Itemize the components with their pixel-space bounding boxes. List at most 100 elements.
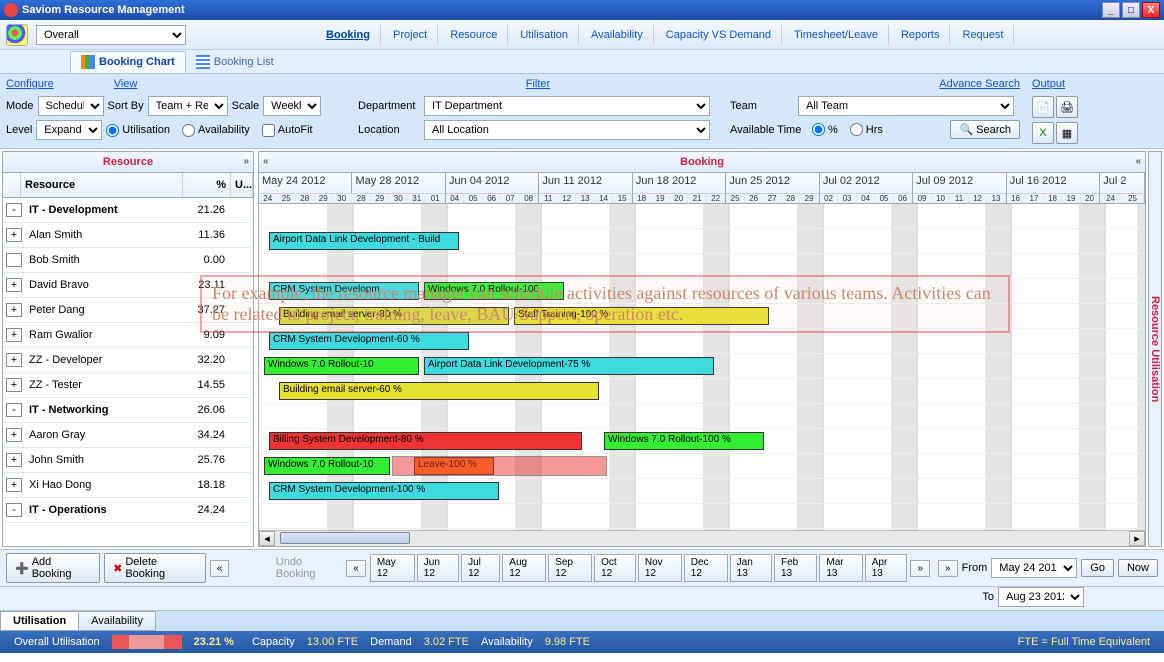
resource-row[interactable]: +ZZ - Developer32.20 xyxy=(3,348,253,373)
nav-project[interactable]: Project xyxy=(383,25,438,45)
scroll-right-icon[interactable]: ▸ xyxy=(1129,531,1145,546)
tab-availability[interactable]: Availability xyxy=(78,611,156,631)
filter-link[interactable]: Filter xyxy=(358,78,718,90)
gantt-bar[interactable]: CRM System Developm xyxy=(269,282,419,300)
scale-select[interactable]: Weekly xyxy=(263,96,321,116)
resource-row[interactable]: -IT - Development21.26 xyxy=(3,198,253,223)
collapse-right2-icon[interactable]: « xyxy=(1135,156,1141,167)
team-select[interactable]: All Team xyxy=(798,96,1014,116)
collapse-right-icon[interactable]: » xyxy=(243,156,249,167)
go-button[interactable]: Go xyxy=(1081,559,1114,577)
resource-row[interactable]: +John Smith25.76 xyxy=(3,448,253,473)
availability-radio[interactable]: Availability xyxy=(182,124,250,137)
resource-row[interactable]: +Ram Gwalior9.09 xyxy=(3,323,253,348)
col-u[interactable]: U... xyxy=(231,173,253,197)
loc-select[interactable]: All Location xyxy=(424,120,710,140)
sortby-select[interactable]: Team + Resource xyxy=(148,96,228,116)
configure-link[interactable]: Configure xyxy=(6,78,54,90)
gantt-bar[interactable]: CRM System Development-100 % xyxy=(269,482,499,500)
export-pdf-icon[interactable]: 📄 xyxy=(1032,96,1054,118)
resource-row[interactable]: Bob Smith0.00 xyxy=(3,248,253,273)
tab-utilisation[interactable]: Utilisation xyxy=(0,611,79,631)
month-button[interactable]: Sep 12 xyxy=(548,554,592,582)
col-pct[interactable]: % xyxy=(183,173,231,197)
nav-booking[interactable]: Booking xyxy=(316,25,381,45)
month-button[interactable]: Apr 13 xyxy=(865,554,907,582)
month-button[interactable]: Jan 13 xyxy=(730,554,772,582)
expand-icon[interactable]: + xyxy=(6,303,22,317)
to-date[interactable]: Aug 23 2012 xyxy=(998,587,1084,607)
export-excel-icon[interactable]: X xyxy=(1032,122,1054,144)
dept-select[interactable]: IT Department xyxy=(424,96,710,116)
collapse-left-icon[interactable]: « xyxy=(263,156,269,167)
scroll-left-icon[interactable]: ◂ xyxy=(259,531,275,546)
month-button[interactable]: Jun 12 xyxy=(417,554,459,582)
nav-resource[interactable]: Resource xyxy=(440,25,508,45)
expand-icon[interactable]: + xyxy=(6,228,22,242)
expand-icon[interactable]: + xyxy=(6,453,22,467)
gantt-bar[interactable]: Airport Data Link Development-75 % xyxy=(424,357,714,375)
month-button[interactable]: Aug 12 xyxy=(502,554,546,582)
tab-booking-chart[interactable]: Booking Chart xyxy=(70,51,186,73)
output-link[interactable]: Output xyxy=(1032,78,1082,90)
resource-row[interactable]: +Xi Hao Dong18.18 xyxy=(3,473,253,498)
add-booking-button[interactable]: ➕Add Booking xyxy=(6,553,100,583)
scroll-thumb[interactable] xyxy=(280,532,410,544)
nav-reports[interactable]: Reports xyxy=(891,25,951,45)
delete-booking-button[interactable]: ✖Delete Booking xyxy=(104,553,206,583)
gantt-bar[interactable]: Airport Data Link Development - Build xyxy=(269,232,459,250)
scope-select[interactable]: Overall xyxy=(36,25,186,45)
gantt-bar[interactable]: Staff Training-100 % xyxy=(514,307,769,325)
expand-icon[interactable]: + xyxy=(6,478,22,492)
minimize-button[interactable]: _ xyxy=(1102,2,1120,18)
gantt-hscroll[interactable]: ◂ ▸ xyxy=(259,530,1145,546)
now-button[interactable]: Now xyxy=(1118,559,1158,577)
export-csv-icon[interactable]: ▦ xyxy=(1056,122,1078,144)
print-icon[interactable]: 🖨 xyxy=(1056,96,1078,118)
resource-row[interactable]: -IT - Networking26.06 xyxy=(3,398,253,423)
month-button[interactable]: Dec 12 xyxy=(684,554,728,582)
col-resource[interactable]: Resource xyxy=(21,173,183,197)
resource-row[interactable]: -IT - Operations24.24 xyxy=(3,498,253,523)
month-button[interactable]: Nov 12 xyxy=(638,554,682,582)
maximize-button[interactable]: □ xyxy=(1122,2,1140,18)
nav-prev[interactable]: « xyxy=(346,560,366,577)
nav-next2[interactable]: » xyxy=(938,560,958,577)
nav-utilisation[interactable]: Utilisation xyxy=(510,25,579,45)
expand-icon[interactable]: + xyxy=(6,428,22,442)
utilisation-radio[interactable]: Utilisation xyxy=(106,124,170,137)
month-button[interactable]: Oct 12 xyxy=(594,554,636,582)
gantt-bar[interactable]: Windows 7.0 Rollout-10 xyxy=(264,357,419,375)
expand-icon[interactable]: - xyxy=(6,203,22,217)
month-button[interactable]: Mar 13 xyxy=(819,554,862,582)
search-button[interactable]: 🔍Search xyxy=(950,120,1020,139)
gantt-bar[interactable]: CRM System Development-60 % xyxy=(269,332,469,350)
month-button[interactable]: May 12 xyxy=(370,554,415,582)
expand-icon[interactable]: + xyxy=(6,353,22,367)
expand-icon[interactable]: + xyxy=(6,378,22,392)
expand-icon[interactable] xyxy=(6,253,22,267)
nav-availability[interactable]: Availability xyxy=(581,25,654,45)
advance-search-link[interactable]: Advance Search xyxy=(730,78,1020,90)
nav-timesheet[interactable]: Timesheet/Leave xyxy=(784,25,889,45)
view-link[interactable]: View xyxy=(114,78,138,90)
gantt-bar[interactable]: Billing System Development-80 % xyxy=(269,432,582,450)
resource-row[interactable]: +David Bravo23.11 xyxy=(3,273,253,298)
month-button[interactable]: Jul 12 xyxy=(461,554,500,582)
hrs-radio[interactable]: Hrs xyxy=(850,123,883,136)
resource-utilisation-sidebar[interactable]: Resource Utilisation xyxy=(1148,151,1162,547)
level-select[interactable]: Expand Level xyxy=(36,120,102,140)
expand-icon[interactable]: - xyxy=(6,403,22,417)
gantt-bar[interactable]: Windows 7.0 Rollout-100 % xyxy=(604,432,764,450)
nav-prev2[interactable]: « xyxy=(210,560,230,577)
gantt-bar[interactable]: Windows 7.0 Rollout-10 xyxy=(264,457,390,475)
month-button[interactable]: Feb 13 xyxy=(774,554,817,582)
expand-icon[interactable]: + xyxy=(6,328,22,342)
gantt-bar[interactable] xyxy=(392,456,607,476)
expand-icon[interactable]: + xyxy=(6,278,22,292)
gantt-bar[interactable]: Building email server-80 % xyxy=(279,307,509,325)
from-date[interactable]: May 24 2012 xyxy=(991,558,1077,578)
autofit-check[interactable]: AutoFit xyxy=(262,124,313,137)
tab-booking-list[interactable]: Booking List xyxy=(186,52,284,72)
expand-icon[interactable]: - xyxy=(6,503,22,517)
